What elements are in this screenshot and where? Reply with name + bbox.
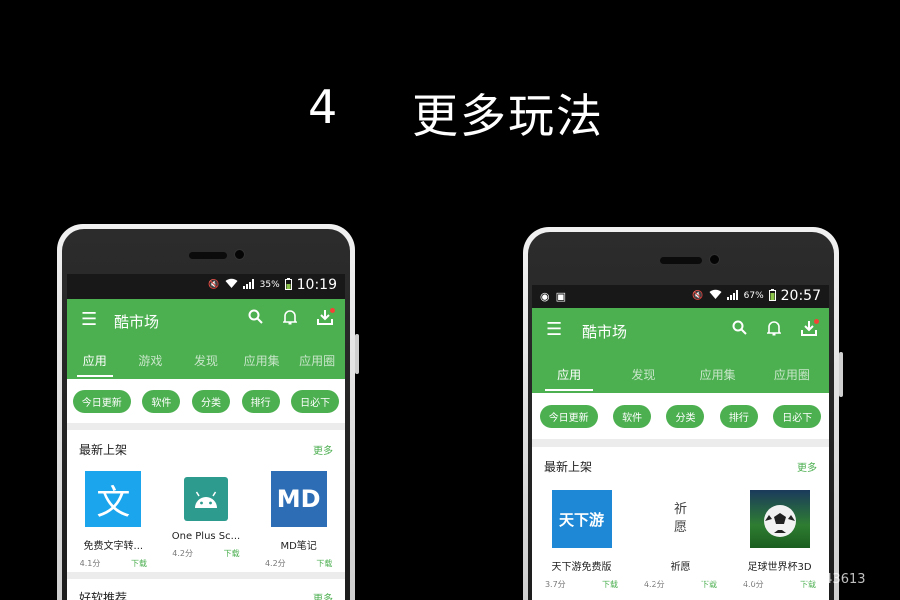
more-link[interactable]: 更多 xyxy=(313,590,333,600)
app-name: One Plus Sc... xyxy=(171,531,241,542)
app-title: 酷市场 xyxy=(582,323,628,341)
volume-button xyxy=(839,352,843,397)
category-tabs: 应用 发现 应用集 应用圈 xyxy=(532,366,829,391)
menu-icon[interactable]: ☰ xyxy=(546,319,562,340)
app-name: 天下游免费版 xyxy=(551,562,612,573)
front-camera xyxy=(709,254,720,265)
status-clock: 10:19 xyxy=(296,277,337,293)
quick-filter-chips: 今日更新 软件 分类 排行 日必下 xyxy=(532,393,829,439)
battery-percent: 35% xyxy=(259,280,280,290)
slide-canvas: 4 更多玩法 🔇 35% 10:19 ☰ 酷市场 应用 游戏 发现 应用集 应用… xyxy=(0,0,900,600)
notification-bell-icon[interactable] xyxy=(282,309,298,329)
download-manager-icon[interactable] xyxy=(317,308,335,329)
app-item[interactable]: One Plus Sc... 4.2分 下载 xyxy=(164,471,247,569)
slide-heading: 4 更多玩法 xyxy=(0,80,900,143)
app-rating: 3.7分 xyxy=(544,580,566,589)
quick-filter-chips: 今日更新 软件 分类 排行 日必下 xyxy=(67,379,345,423)
download-button[interactable]: 下载 xyxy=(316,558,332,569)
app-name: 免费文字转... xyxy=(83,541,144,552)
search-icon[interactable] xyxy=(248,309,263,329)
battery-percent: 67% xyxy=(743,291,764,301)
app-name: 足球世界杯3D xyxy=(747,562,812,573)
menu-icon[interactable]: ☰ xyxy=(81,309,97,330)
app-bar: ☰ 酷市场 应用 游戏 发现 应用集 应用圈 xyxy=(67,299,345,379)
signal-icon xyxy=(242,278,255,292)
status-clock: 20:57 xyxy=(780,288,821,304)
search-icon[interactable] xyxy=(732,320,747,340)
chip-categories[interactable]: 分类 xyxy=(191,389,230,413)
more-link[interactable]: 更多 xyxy=(313,442,333,457)
app-item[interactable]: MD MD笔记 4.2分 下载 xyxy=(257,471,340,569)
volume-button xyxy=(355,334,359,374)
category-tabs: 应用 游戏 发现 应用集 应用圈 xyxy=(67,352,345,377)
status-bar: 🔇 35% 10:19 xyxy=(67,274,345,299)
mute-icon: 🔇 xyxy=(692,291,704,301)
chip-daily-must-have[interactable]: 日必下 xyxy=(773,404,822,428)
battery-icon xyxy=(768,288,776,304)
app-rating: 4.1分 xyxy=(79,559,101,568)
app-name: 祈愿 xyxy=(670,562,691,573)
section-title: 最新上架 xyxy=(544,460,593,474)
tab-app-circle[interactable]: 应用圈 xyxy=(289,352,345,377)
download-manager-icon[interactable] xyxy=(801,319,819,340)
wifi-icon xyxy=(225,278,238,292)
tab-games[interactable]: 游戏 xyxy=(123,352,179,377)
tianxiayou-logo-icon: 天下游 xyxy=(551,490,612,548)
app-rating: 4.2分 xyxy=(264,559,286,568)
tab-discover[interactable]: 发现 xyxy=(178,352,234,377)
md-notes-icon: MD xyxy=(270,471,327,527)
soccer-ball-icon xyxy=(749,490,810,548)
app-bar: ☰ 酷市场 应用 发现 应用集 应用圈 xyxy=(532,308,829,393)
qiyuan-icon: 祈 愿 xyxy=(650,490,711,548)
tab-app-circle[interactable]: 应用圈 xyxy=(755,366,829,391)
tab-app-collections[interactable]: 应用集 xyxy=(681,366,755,391)
phone-left: 🔇 35% 10:19 ☰ 酷市场 应用 游戏 发现 应用集 应用圈 今日更新 … xyxy=(57,224,359,600)
chip-categories[interactable]: 分类 xyxy=(666,404,705,428)
tab-apps[interactable]: 应用 xyxy=(532,366,606,391)
earpiece-speaker xyxy=(660,257,702,264)
recommended-card: 好软推荐 更多 xyxy=(67,579,345,600)
chip-rankings[interactable]: 排行 xyxy=(241,389,280,413)
tab-app-collections[interactable]: 应用集 xyxy=(234,352,290,377)
phone-right-screen: ◉ ▣ 🔇 67% 20:57 ☰ 酷市场 应用 发现 应用集 应用圈 今日更新… xyxy=(532,285,829,600)
chip-daily-must-have[interactable]: 日必下 xyxy=(291,389,340,413)
earpiece-speaker xyxy=(189,252,227,259)
front-camera xyxy=(234,249,245,260)
download-badge-dot xyxy=(330,308,335,313)
app-name: MD笔记 xyxy=(280,541,317,552)
app-title: 酷市场 xyxy=(114,313,160,331)
download-badge-dot xyxy=(814,319,819,324)
tab-apps[interactable]: 应用 xyxy=(67,352,123,377)
section-title: 好软推荐 xyxy=(79,591,128,600)
download-button[interactable]: 下载 xyxy=(131,558,147,569)
download-button[interactable]: 下载 xyxy=(224,548,240,559)
battery-icon xyxy=(284,277,292,293)
app-item[interactable]: 文 免费文字转... 4.1分 下载 xyxy=(72,471,155,569)
netease-music-icon: ◉ xyxy=(540,290,550,303)
new-arrivals-card: 最新上架 更多 文 免费文字转... 4.1分 下载 One Plus Sc... xyxy=(67,430,345,572)
image-notification-icon: ▣ xyxy=(555,290,567,303)
chip-rankings[interactable]: 排行 xyxy=(719,404,758,428)
chip-software[interactable]: 软件 xyxy=(142,389,181,413)
status-bar: ◉ ▣ 🔇 67% 20:57 xyxy=(532,285,829,308)
source-watermark: https://blog.csdn.net/weixin_39643613 xyxy=(612,572,866,587)
chip-today-updates[interactable]: 今日更新 xyxy=(72,389,131,413)
notification-bell-icon[interactable] xyxy=(766,320,782,340)
phone-right: ◉ ▣ 🔇 67% 20:57 ☰ 酷市场 应用 发现 应用集 应用圈 今日更新… xyxy=(523,227,843,600)
chip-today-updates[interactable]: 今日更新 xyxy=(539,404,598,428)
wifi-icon xyxy=(709,289,722,303)
slide-title: 更多玩法 xyxy=(412,89,604,143)
more-link[interactable]: 更多 xyxy=(797,459,817,474)
chip-software[interactable]: 软件 xyxy=(613,404,652,428)
tab-discover[interactable]: 发现 xyxy=(606,366,680,391)
translate-text-icon: 文 xyxy=(85,471,142,527)
signal-icon xyxy=(726,289,739,303)
slide-number: 4 xyxy=(308,80,338,134)
app-rating: 4.2分 xyxy=(172,549,194,558)
phone-left-screen: 🔇 35% 10:19 ☰ 酷市场 应用 游戏 发现 应用集 应用圈 今日更新 … xyxy=(67,274,345,600)
android-robot-icon xyxy=(183,477,228,521)
section-title: 最新上架 xyxy=(79,443,128,457)
mute-icon: 🔇 xyxy=(208,280,220,290)
